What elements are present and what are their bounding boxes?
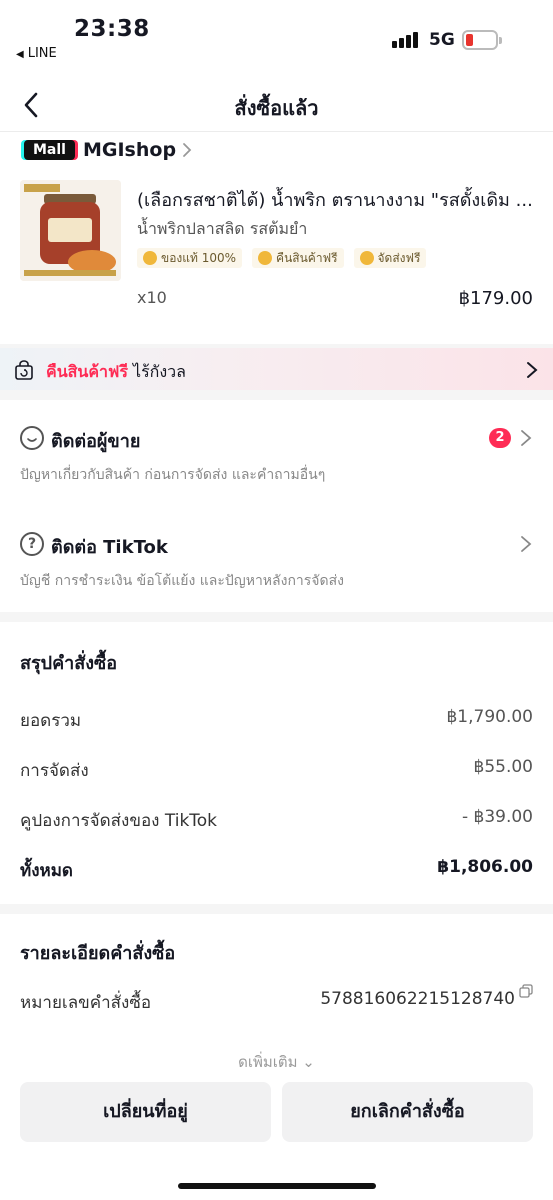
free-return-badge: คืนสินค้าฟรี: [252, 248, 344, 268]
back-to-app[interactable]: ◀ LINE: [16, 46, 57, 61]
shipping-value: ฿55.00: [473, 757, 533, 777]
chevron-down-icon: ⌄: [302, 1053, 315, 1071]
coupon-label: คูปองการจัดส่งของ TikTok: [20, 811, 218, 831]
order-id-value: 578816062215128740: [320, 989, 515, 1009]
shop-link[interactable]: Mall MGIshop: [24, 138, 192, 162]
contact-seller-title: ติดต่อผู้ขาย: [51, 431, 141, 452]
order-id-group: 578816062215128740: [320, 984, 533, 1009]
home-indicator: [178, 1183, 376, 1189]
promo-text: คืนสินค้าฟรี ไร้กังวล: [46, 360, 186, 385]
badge-label: ของแท้ 100%: [161, 250, 237, 265]
authentic-icon: [143, 251, 157, 265]
subtotal-row: ยอดรวม ฿1,790.00: [20, 707, 533, 731]
promo-tagline: ไร้กังวล: [127, 362, 186, 381]
battery-icon: [462, 30, 502, 50]
product-card[interactable]: (เลือกรสชาติได้) น้ำพริก ตรานางงาม "รสดั…: [20, 180, 533, 310]
back-triangle-icon: ◀: [16, 49, 24, 60]
chevron-right-icon: [183, 143, 192, 157]
contact-tiktok-description: บัญชี การชำระเงิน ข้อโต้แย้ง และปัญหาหลั…: [20, 573, 344, 589]
see-more-label: ดเพิ่มเติม: [238, 1053, 298, 1071]
authentic-badge: ของแท้ 100%: [137, 248, 243, 268]
free-shipping-badge: จัดส่งฟรี: [353, 248, 427, 268]
subtotal-value: ฿1,790.00: [446, 707, 533, 727]
subtotal-label: ยอดรวม: [20, 711, 82, 731]
free-return-banner[interactable]: คืนสินค้าฟรี ไร้กังวล: [0, 344, 553, 390]
contact-seller-description: ปัญหาเกี่ยวกับสินค้า ก่อนการจัดส่ง และคำ…: [20, 467, 326, 483]
mall-badge: Mall: [24, 140, 75, 160]
coupon-row: คูปองการจัดส่งของ TikTok - ฿39.00: [20, 807, 533, 831]
product-quantity: x10: [137, 288, 167, 307]
badge-label: จัดส่งฟรี: [377, 250, 421, 265]
shopping-bag-icon: [15, 360, 33, 380]
divider: [0, 904, 553, 914]
chat-smile-icon: [20, 426, 44, 450]
nav-bar: สั่งซื้อแล้ว: [0, 80, 553, 132]
total-label: ทั้งหมด: [20, 861, 73, 881]
unread-badge: 2: [489, 428, 511, 448]
promo-highlight: คืนสินค้าฟรี: [46, 362, 128, 381]
summary-title: สรุปคำสั่งซื้อ: [20, 653, 118, 674]
signal-icon: [392, 30, 422, 48]
status-time: 23:38: [74, 16, 150, 42]
contact-tiktok[interactable]: ? ติดต่อ TikTok บัญชี การชำระเงิน ข้อโต้…: [20, 532, 533, 602]
contact-seller[interactable]: ติดต่อผู้ขาย 2 ปัญหาเกี่ยวกับสินค้า ก่อน…: [20, 426, 533, 496]
see-more-toggle[interactable]: ดเพิ่มเติม ⌄: [0, 1050, 553, 1074]
change-address-button[interactable]: เปลี่ยนที่อยู่: [20, 1082, 271, 1142]
back-app-label: LINE: [27, 46, 57, 61]
help-icon: ?: [20, 532, 44, 556]
chevron-right-icon: [521, 430, 532, 446]
details-title: รายละเอียดคำสั่งซื้อ: [20, 943, 176, 964]
network-type: 5G: [429, 30, 455, 50]
shop-name: MGIshop: [82, 139, 177, 161]
divider: [0, 390, 553, 400]
page-title: สั่งซื้อแล้ว: [234, 96, 319, 120]
status-bar: 23:38 ◀ LINE 5G: [0, 0, 553, 70]
badge-label: คืนสินค้าฟรี: [276, 250, 338, 265]
contact-tiktok-title: ติดต่อ TikTok: [51, 537, 168, 558]
total-value: ฿1,806.00: [437, 857, 533, 877]
product-price: ฿179.00: [458, 288, 533, 309]
shipping-icon: [359, 251, 374, 265]
cancel-order-button[interactable]: ยกเลิกคำสั่งซื้อ: [282, 1082, 533, 1142]
coupon-value: - ฿39.00: [461, 807, 533, 827]
total-row: ทั้งหมด ฿1,806.00: [20, 857, 533, 881]
return-icon: [258, 251, 273, 265]
copy-icon[interactable]: [519, 984, 533, 998]
divider: [0, 612, 553, 622]
product-variant: น้ำพริกปลาสลิด รสต้มยำ: [137, 219, 308, 238]
order-id-label: หมายเลขคำสั่งซื้อ: [20, 993, 152, 1013]
chevron-right-icon: [521, 536, 532, 552]
product-image: [20, 180, 121, 281]
product-badges: ของแท้ 100% คืนสินค้าฟรี จัดส่งฟรี: [137, 248, 427, 268]
shipping-label: การจัดส่ง: [20, 761, 89, 781]
shipping-row: การจัดส่ง ฿55.00: [20, 757, 533, 781]
order-id-row: หมายเลขคำสั่งซื้อ 578816062215128740: [20, 984, 533, 1013]
product-title: (เลือกรสชาติได้) น้ำพริก ตรานางงาม "รสดั…: [137, 190, 533, 211]
chevron-right-icon: [527, 362, 538, 378]
